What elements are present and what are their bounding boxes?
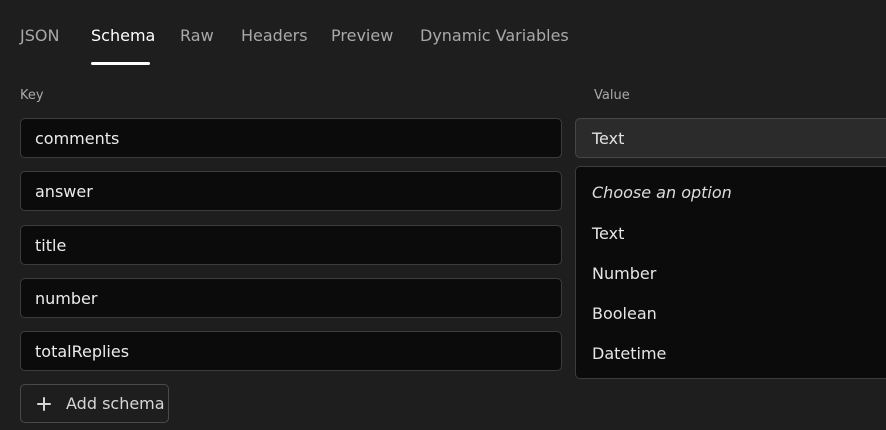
tab-dynamic-variables[interactable]: Dynamic Variables bbox=[420, 26, 569, 45]
value-type-dropdown: Choose an option Text Number Boolean Dat… bbox=[575, 166, 886, 379]
plus-icon bbox=[36, 396, 52, 412]
key-input-comments[interactable] bbox=[20, 118, 562, 158]
value-column-label: Value bbox=[594, 88, 630, 103]
key-input-number[interactable] bbox=[20, 278, 562, 318]
add-schema-button[interactable]: Add schema bbox=[20, 384, 169, 423]
dropdown-option-number[interactable]: Number bbox=[592, 264, 656, 283]
active-tab-indicator bbox=[91, 62, 150, 65]
tab-headers[interactable]: Headers bbox=[241, 26, 308, 45]
value-type-select[interactable]: Text bbox=[575, 118, 886, 158]
tab-raw[interactable]: Raw bbox=[180, 26, 214, 45]
key-column-label: Key bbox=[20, 88, 44, 103]
dropdown-option-text[interactable]: Text bbox=[592, 224, 624, 243]
tab-preview[interactable]: Preview bbox=[331, 26, 393, 45]
dropdown-option-datetime[interactable]: Datetime bbox=[592, 344, 666, 363]
tab-json[interactable]: JSON bbox=[20, 26, 59, 45]
key-input-title[interactable] bbox=[20, 225, 562, 265]
value-type-selected: Text bbox=[592, 128, 625, 148]
key-input-total-replies[interactable] bbox=[20, 331, 562, 371]
dropdown-option-boolean[interactable]: Boolean bbox=[592, 304, 657, 323]
schema-editor: JSON Schema Raw Headers Preview Dynamic … bbox=[0, 0, 886, 430]
add-schema-label: Add schema bbox=[66, 394, 165, 413]
dropdown-placeholder[interactable]: Choose an option bbox=[592, 183, 732, 202]
tab-bar: JSON Schema Raw Headers Preview Dynamic … bbox=[0, 0, 886, 66]
tab-schema[interactable]: Schema bbox=[91, 26, 155, 45]
key-input-answer[interactable] bbox=[20, 171, 562, 211]
